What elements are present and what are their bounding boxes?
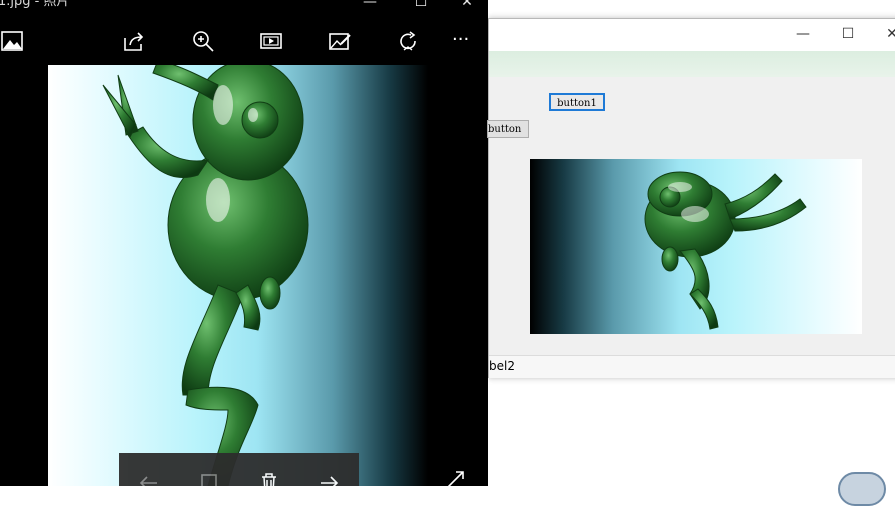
- expand-icon[interactable]: [443, 470, 469, 486]
- bookmark-icon[interactable]: [197, 471, 221, 486]
- button2[interactable]: button: [487, 120, 529, 138]
- form-titlebar: — ☐ ✕: [489, 19, 895, 51]
- share-icon[interactable]: [121, 28, 147, 54]
- more-icon[interactable]: ···: [452, 30, 469, 50]
- edit-icon[interactable]: [327, 28, 353, 54]
- photos-titlebar: 1.jpg - 照片 — ☐ ✕: [0, 0, 488, 15]
- status-strip: bel2: [489, 355, 895, 378]
- photos-window: 1.jpg - 照片 — ☐ ✕ ···: [0, 0, 488, 486]
- form-minimize-button[interactable]: —: [792, 27, 814, 41]
- forward-arrow-icon[interactable]: [317, 471, 341, 486]
- form-accent-strip: [489, 51, 895, 77]
- slideshow-icon[interactable]: [258, 28, 284, 54]
- photo-navigation-bar: [119, 453, 359, 486]
- form-maximize-button[interactable]: ☐: [837, 27, 859, 41]
- photos-close-button[interactable]: ✕: [452, 0, 482, 9]
- form-close-button[interactable]: ✕: [881, 27, 895, 41]
- form-window: — ☐ ✕ button1 button bel2: [487, 18, 895, 378]
- back-arrow-icon[interactable]: [137, 471, 161, 486]
- button1[interactable]: button1: [549, 93, 605, 111]
- photos-maximize-button[interactable]: ☐: [406, 0, 436, 9]
- rotated-frog-icon: [644, 171, 807, 330]
- photos-minimize-button[interactable]: —: [355, 0, 385, 9]
- photo-image: [48, 65, 428, 486]
- frog-icon: [102, 65, 309, 486]
- taskbar-app-icon[interactable]: [838, 472, 886, 506]
- delete-icon[interactable]: [257, 471, 281, 486]
- image-icon[interactable]: [0, 28, 26, 54]
- photos-window-title: 1.jpg - 照片: [0, 0, 70, 9]
- label2: bel2: [489, 359, 515, 373]
- rotate-icon[interactable]: [395, 28, 421, 54]
- picture-box: [530, 159, 862, 334]
- zoom-in-icon[interactable]: [190, 28, 216, 54]
